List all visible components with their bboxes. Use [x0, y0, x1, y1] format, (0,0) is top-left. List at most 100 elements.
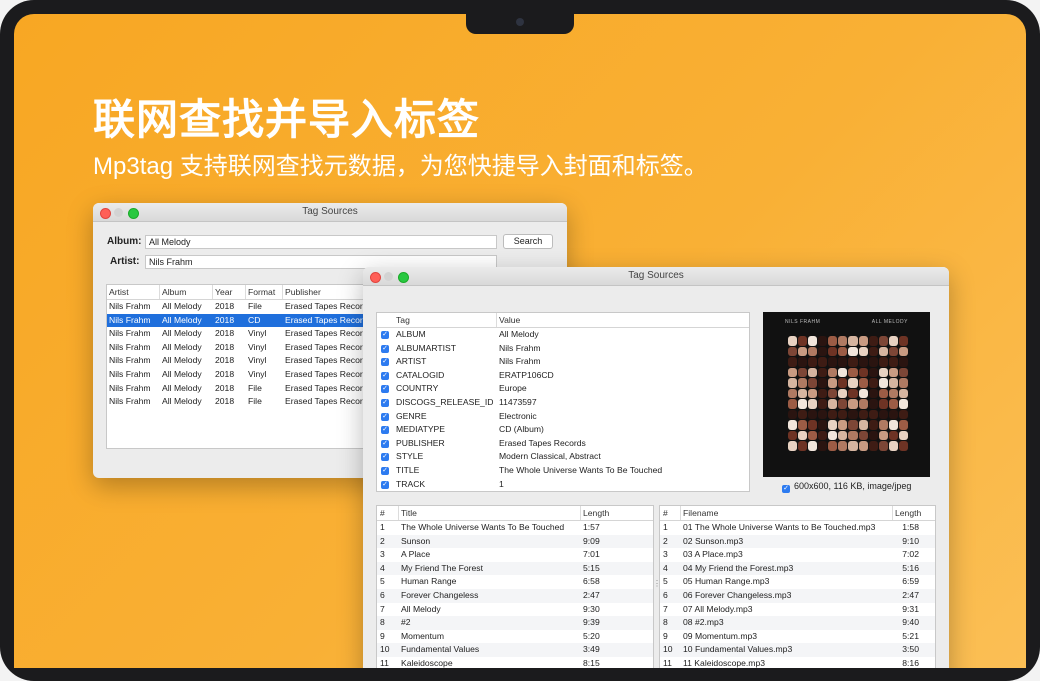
column-header[interactable]: Publisher: [285, 285, 365, 299]
column-header[interactable]: Value: [499, 313, 744, 327]
row-checkbox[interactable]: ✓: [381, 371, 389, 380]
table-row[interactable]: ✓ COUNTRY Europe: [377, 382, 749, 396]
table-row[interactable]: 4 04 My Friend the Forest.mp3 5:16: [660, 561, 935, 576]
table-row[interactable]: 9 Momentum 5:20: [377, 630, 653, 644]
table-row[interactable]: 4 My Friend The Forest 5:15: [377, 561, 653, 576]
splitter-handle[interactable]: ⋮: [653, 579, 661, 588]
column-divider[interactable]: [398, 506, 399, 520]
column-divider[interactable]: [212, 285, 213, 299]
mosaic-tile: [838, 399, 848, 409]
cover-art[interactable]: NILS FRAHM ALL MELODY: [763, 312, 930, 477]
column-header[interactable]: Format: [248, 285, 284, 299]
column-header[interactable]: Year: [215, 285, 247, 299]
table-cell: 04 My Friend the Forest.mp3: [683, 562, 794, 573]
table-cell: 2018: [215, 341, 235, 352]
column-header[interactable]: Length: [583, 506, 643, 520]
column-header[interactable]: Artist: [109, 285, 161, 299]
table-row[interactable]: 7 All Melody 9:30: [377, 603, 653, 617]
table-cell: Fundamental Values: [401, 644, 480, 655]
row-checkbox[interactable]: ✓: [381, 344, 389, 353]
table-row[interactable]: ✓ MEDIATYPE CD (Album): [377, 423, 749, 437]
table-row[interactable]: 10 10 Fundamental Values.mp3 3:50: [660, 643, 935, 657]
column-divider[interactable]: [580, 506, 581, 520]
table-row[interactable]: ✓ GENRE Electronic: [377, 410, 749, 424]
mosaic-tile: [878, 399, 888, 409]
column-header[interactable]: Title: [401, 506, 581, 520]
table-row[interactable]: 1 The Whole Universe Wants To Be Touched 1…: [377, 521, 653, 535]
table-row[interactable]: 11 Kaleidoscope 8:15: [377, 657, 653, 668]
mosaic-tile: [888, 336, 898, 346]
search-button[interactable]: Search: [503, 234, 553, 249]
album-input[interactable]: All Melody: [145, 235, 497, 249]
table-row[interactable]: 6 Forever Changeless 2:47: [377, 588, 653, 603]
row-checkbox[interactable]: ✓: [381, 358, 389, 367]
table-cell: Erased Tapes Records: [285, 355, 365, 366]
table-row[interactable]: ✓ TRACK 1: [377, 478, 749, 491]
table-cell: Nils Frahm: [109, 355, 151, 366]
table-row[interactable]: 5 Human Range 6:58: [377, 575, 653, 589]
window-title: Tag Sources: [628, 270, 684, 281]
table-row[interactable]: ✓ ARTIST Nils Frahm: [377, 355, 749, 369]
table-row[interactable]: 2 02 Sunson.mp3 9:10: [660, 534, 935, 549]
column-header[interactable]: Album: [162, 285, 214, 299]
table-cell: 3:49: [583, 644, 600, 655]
row-checkbox[interactable]: ✓: [381, 385, 389, 394]
table-row[interactable]: ✓ STYLE Modern Classical, Abstract: [377, 450, 749, 464]
table-row[interactable]: 11 11 Kaleidoscope.mp3 8:16: [660, 657, 935, 668]
table-row[interactable]: 6 06 Forever Changeless.mp3 2:47: [660, 588, 935, 603]
table-row[interactable]: ✓ TITLE The Whole Universe Wants To Be Tou…: [377, 464, 749, 478]
row-checkbox[interactable]: ✓: [381, 426, 389, 435]
table-cell: Electronic: [499, 410, 537, 421]
table-row[interactable]: 3 A Place 7:01: [377, 548, 653, 562]
column-divider[interactable]: [159, 285, 160, 299]
table-row[interactable]: ✓ ALBUM All Melody: [377, 328, 749, 342]
mosaic-tile: [818, 409, 828, 420]
mosaic-tile: [788, 388, 798, 399]
mosaic-tile: [818, 357, 828, 367]
table-row[interactable]: ✓ ALBUMARTIST Nils Frahm: [377, 342, 749, 356]
table-row[interactable]: 8 08 #2.mp3 9:40: [660, 616, 935, 630]
table-row[interactable]: 1 01 The Whole Universe Wants to Be Touch…: [660, 521, 935, 535]
table-row[interactable]: ✓ DISCOGS_RELEASE_ID 11473597: [377, 396, 749, 410]
row-checkbox[interactable]: ✓: [381, 439, 389, 448]
table-row[interactable]: 8 #2 9:39: [377, 616, 653, 630]
table-cell: Forever Changeless: [401, 589, 479, 600]
table-cell: 5: [380, 576, 385, 587]
table-cell: 09 Momentum.mp3: [683, 630, 758, 641]
table-cell: TRACK: [396, 478, 426, 489]
mosaic-tile: [808, 336, 818, 346]
column-header[interactable]: #: [663, 506, 681, 520]
table-row[interactable]: ✓ CATALOGID ERATP106CD: [377, 369, 749, 383]
row-checkbox[interactable]: ✓: [381, 412, 389, 421]
table-row[interactable]: 7 07 All Melody.mp3 9:31: [660, 603, 935, 617]
row-checkbox[interactable]: ✓: [381, 331, 389, 339]
table-row[interactable]: 10 Fundamental Values 3:49: [377, 643, 653, 657]
row-checkbox[interactable]: ✓: [381, 466, 389, 475]
table-cell: Nils Frahm: [109, 368, 151, 379]
mosaic-tile: [818, 430, 828, 441]
column-header[interactable]: #: [380, 506, 398, 520]
column-divider[interactable]: [245, 285, 246, 299]
mosaic-tile: [798, 367, 808, 378]
row-checkbox[interactable]: ✓: [381, 453, 389, 462]
cover-info[interactable]: ✓ 600x600, 116 KB, image/jpeg: [782, 481, 911, 493]
cover-checkbox[interactable]: ✓: [782, 485, 790, 493]
table-row[interactable]: ✓ PUBLISHER Erased Tapes Records: [377, 437, 749, 451]
table-row[interactable]: 9 09 Momentum.mp3 5:21: [660, 630, 935, 644]
table-row[interactable]: 5 05 Human Range.mp3 6:59: [660, 575, 935, 589]
mosaic-tile: [808, 388, 818, 399]
table-cell: The Whole Universe Wants To Be Touched: [499, 464, 663, 475]
row-checkbox[interactable]: ✓: [381, 398, 389, 407]
table-row[interactable]: 2 Sunson 9:09: [377, 534, 653, 549]
row-checkbox[interactable]: ✓: [381, 480, 389, 489]
mosaic-tile: [818, 399, 828, 409]
column-header[interactable]: Filename: [683, 506, 895, 520]
column-header[interactable]: Length: [895, 506, 931, 520]
table-row[interactable]: 3 03 A Place.mp3 7:02: [660, 548, 935, 562]
column-divider[interactable]: [496, 313, 497, 327]
column-divider[interactable]: [680, 506, 681, 520]
column-divider[interactable]: [282, 285, 283, 299]
table-cell: File: [248, 382, 262, 393]
column-divider[interactable]: [892, 506, 893, 520]
column-header[interactable]: Tag: [396, 313, 496, 327]
